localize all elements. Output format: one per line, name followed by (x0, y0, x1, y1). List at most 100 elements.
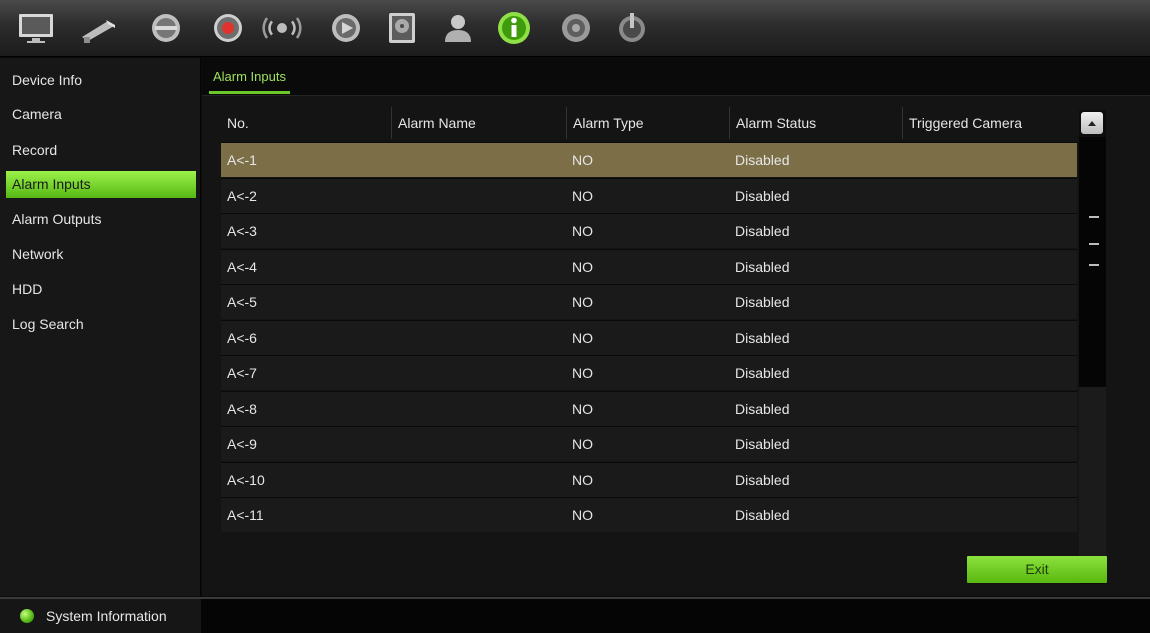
cell-alarm-name (391, 214, 566, 249)
sidebar: Device Info Camera Record Alarm Inputs A… (0, 58, 201, 596)
table-row[interactable]: A<-3 NO Disabled (221, 213, 1077, 248)
table-header: No. Alarm Name Alarm Type Alarm Status T… (221, 107, 1077, 139)
table-row[interactable]: A<-2 NO Disabled (221, 178, 1077, 213)
cell-no: A<-8 (227, 401, 257, 417)
cell-triggered-camera (902, 285, 1077, 320)
camera-icon[interactable] (78, 8, 118, 48)
cell-triggered-camera (902, 463, 1077, 498)
ptz-dome-icon[interactable] (146, 8, 186, 48)
tab-alarm-inputs[interactable]: Alarm Inputs (209, 66, 290, 94)
cell-triggered-camera (902, 250, 1077, 285)
cell-no: A<-1 (227, 152, 257, 168)
cell-alarm-type: NO (572, 259, 593, 275)
scroll-track[interactable] (1079, 137, 1106, 558)
cell-alarm-status: Disabled (735, 436, 790, 452)
cell-no: A<-5 (227, 294, 257, 310)
sidebar-item-camera[interactable]: Camera (6, 101, 196, 128)
cell-triggered-camera (902, 392, 1077, 427)
playback-icon[interactable] (326, 8, 366, 48)
chevron-up-icon (1088, 120, 1096, 126)
cell-alarm-status: Disabled (735, 223, 790, 239)
cell-alarm-name (391, 498, 566, 533)
table-scrollbar[interactable] (1079, 110, 1106, 584)
settings-icon[interactable] (556, 8, 596, 48)
cell-alarm-name (391, 179, 566, 214)
main-panel: Alarm Inputs No. Alarm Name Alarm Type A… (202, 58, 1150, 596)
cell-alarm-type: NO (572, 188, 593, 204)
cell-triggered-camera (902, 321, 1077, 356)
sidebar-item-log-search[interactable]: Log Search (6, 311, 196, 338)
sidebar-item-alarm-inputs[interactable]: Alarm Inputs (6, 171, 196, 198)
sidebar-item-record[interactable]: Record (6, 137, 196, 164)
scroll-grip (1089, 243, 1099, 245)
cell-alarm-status: Disabled (735, 365, 790, 381)
hdd-icon[interactable] (382, 8, 422, 48)
cell-triggered-camera (902, 356, 1077, 391)
cell-alarm-status: Disabled (735, 330, 790, 346)
cell-alarm-status: Disabled (735, 472, 790, 488)
sidebar-item-network[interactable]: Network (6, 241, 196, 268)
power-icon[interactable] (612, 8, 652, 48)
cell-triggered-camera (902, 427, 1077, 462)
status-indicator-icon (20, 609, 34, 623)
system-info-icon[interactable] (494, 8, 534, 48)
cell-alarm-name (391, 463, 566, 498)
table-row[interactable]: A<-5 NO Disabled (221, 284, 1077, 319)
cell-alarm-type: NO (572, 401, 593, 417)
column-header-triggered-camera[interactable]: Triggered Camera (902, 107, 1077, 139)
top-toolbar (0, 0, 1150, 57)
system-information-panel[interactable]: System Information (0, 599, 201, 633)
cell-alarm-name (391, 392, 566, 427)
record-icon[interactable] (208, 8, 248, 48)
cell-alarm-type: NO (572, 472, 593, 488)
table-row[interactable]: A<-1 NO Disabled (221, 142, 1077, 177)
cell-no: A<-4 (227, 259, 257, 275)
table-row[interactable]: A<-4 NO Disabled (221, 249, 1077, 284)
sidebar-item-device-info[interactable]: Device Info (6, 67, 196, 94)
cell-alarm-type: NO (572, 365, 593, 381)
tab-bar: Alarm Inputs (202, 58, 1150, 96)
cell-alarm-name (391, 143, 566, 178)
cell-no: A<-3 (227, 223, 257, 239)
column-header-no[interactable]: No. (221, 107, 391, 139)
monitor-icon[interactable] (16, 8, 56, 48)
cell-no: A<-7 (227, 365, 257, 381)
user-icon[interactable] (438, 8, 478, 48)
cell-alarm-type: NO (572, 436, 593, 452)
cell-alarm-type: NO (572, 330, 593, 346)
column-header-alarm-status[interactable]: Alarm Status (729, 107, 902, 139)
table-row[interactable]: A<-11 NO Disabled (221, 497, 1077, 532)
cell-no: A<-2 (227, 188, 257, 204)
cell-alarm-type: NO (572, 294, 593, 310)
scroll-grip (1089, 216, 1099, 218)
cell-alarm-status: Disabled (735, 259, 790, 275)
table-row[interactable]: A<-7 NO Disabled (221, 355, 1077, 390)
table-row[interactable]: A<-6 NO Disabled (221, 320, 1077, 355)
cell-alarm-type: NO (572, 223, 593, 239)
exit-button[interactable]: Exit (967, 556, 1107, 583)
table-row[interactable]: A<-9 NO Disabled (221, 426, 1077, 461)
cell-alarm-name (391, 356, 566, 391)
cell-alarm-type: NO (572, 152, 593, 168)
scroll-up-button[interactable] (1081, 112, 1103, 134)
cell-no: A<-10 (227, 472, 265, 488)
column-header-alarm-name[interactable]: Alarm Name (391, 107, 566, 139)
scroll-grip (1089, 264, 1099, 266)
cell-no: A<-9 (227, 436, 257, 452)
cell-alarm-type: NO (572, 507, 593, 523)
cell-alarm-name (391, 321, 566, 356)
cell-alarm-status: Disabled (735, 188, 790, 204)
sidebar-item-hdd[interactable]: HDD (6, 276, 196, 303)
cell-triggered-camera (902, 143, 1077, 178)
sidebar-item-alarm-outputs[interactable]: Alarm Outputs (6, 206, 196, 233)
table-row[interactable]: A<-10 NO Disabled (221, 462, 1077, 497)
table-row[interactable]: A<-8 NO Disabled (221, 391, 1077, 426)
cell-triggered-camera (902, 498, 1077, 533)
cell-no: A<-6 (227, 330, 257, 346)
cell-alarm-name (391, 285, 566, 320)
status-label: System Information (46, 608, 167, 624)
column-header-alarm-type[interactable]: Alarm Type (566, 107, 729, 139)
network-icon[interactable] (262, 8, 302, 48)
scroll-thumb[interactable] (1079, 137, 1106, 387)
cell-alarm-status: Disabled (735, 401, 790, 417)
